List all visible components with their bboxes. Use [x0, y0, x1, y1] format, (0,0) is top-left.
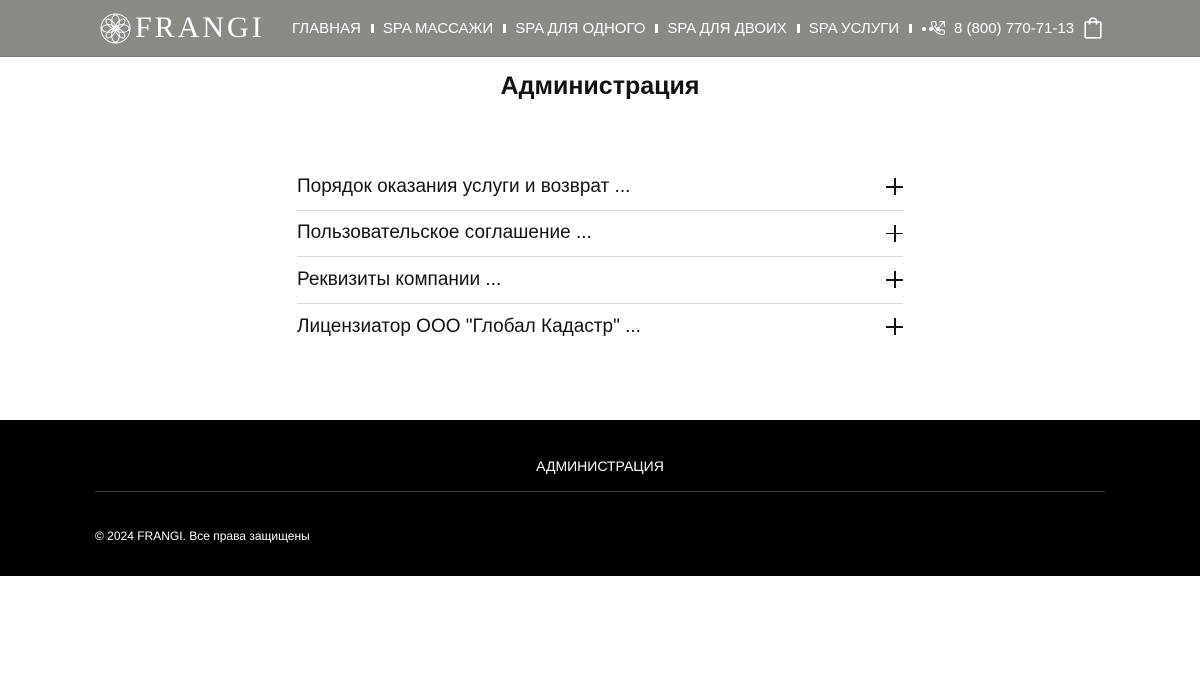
phone-icon — [930, 21, 945, 36]
accordion-item-label: Порядок оказания услуги и возврат ... — [297, 175, 631, 197]
logo-text: FRANGI — [135, 11, 265, 44]
nav-item-spa-services[interactable]: SPA УСЛУГИ — [809, 20, 899, 37]
accordion-item-licensor[interactable]: Лицензиатор ООО "Глобал Кадастр" ... — [297, 304, 903, 351]
site-footer: АДМИНИСТРАЦИЯ © 2024 FRANGI. Все права з… — [0, 420, 1200, 576]
footer-link-administration[interactable]: АДМИНИСТРАЦИЯ — [0, 457, 1200, 475]
accordion-item-service-order-refund[interactable]: Порядок оказания услуги и возврат ... — [297, 164, 903, 211]
nav-separator — [370, 24, 374, 33]
nav-item-home[interactable]: ГЛАВНАЯ — [292, 20, 361, 37]
accordion-item-company-details[interactable]: Реквизиты компании ... — [297, 257, 903, 304]
plus-icon[interactable] — [886, 271, 903, 289]
lotus-logo-icon — [100, 12, 131, 44]
nav-separator — [909, 24, 913, 33]
phone-link[interactable]: 8 (800) 770-71-13 — [929, 18, 1074, 38]
main-nav: ГЛАВНАЯ SPA МАССАЖИ SPA ДЛЯ ОДНОГО SPA Д… — [292, 0, 941, 57]
nav-item-spa-couples[interactable]: SPA ДЛЯ ДВОИХ — [667, 20, 786, 37]
accordion-item-label: Реквизиты компании ... — [297, 268, 502, 290]
shopping-bag-icon[interactable] — [1084, 17, 1102, 39]
logo[interactable]: FRANGI — [100, 12, 265, 44]
copyright-text: © 2024 FRANGI. Все права защищены — [95, 529, 310, 543]
accordion-item-label: Лицензиатор ООО "Глобал Кадастр" ... — [297, 315, 641, 337]
plus-icon[interactable] — [886, 318, 903, 336]
page-title: Администрация — [500, 72, 700, 100]
nav-item-spa-single[interactable]: SPA ДЛЯ ОДНОГО — [515, 20, 645, 37]
nav-separator — [503, 24, 507, 33]
nav-separator — [796, 24, 800, 33]
site-header: FRANGI ГЛАВНАЯ SPA МАССАЖИ SPA ДЛЯ ОДНОГ… — [0, 0, 1200, 57]
footer-divider — [95, 491, 1105, 492]
nav-item-spa-massages[interactable]: SPA МАССАЖИ — [383, 20, 493, 37]
phone-number: 8 (800) 770-71-13 — [954, 19, 1075, 37]
plus-icon[interactable] — [886, 224, 903, 242]
accordion: Порядок оказания услуги и возврат ... По… — [297, 164, 903, 350]
accordion-item-user-agreement[interactable]: Пользовательское соглашение ... — [297, 211, 903, 257]
accordion-item-label: Пользовательское соглашение ... — [297, 222, 592, 244]
plus-icon[interactable] — [886, 178, 903, 196]
nav-separator — [655, 24, 659, 33]
